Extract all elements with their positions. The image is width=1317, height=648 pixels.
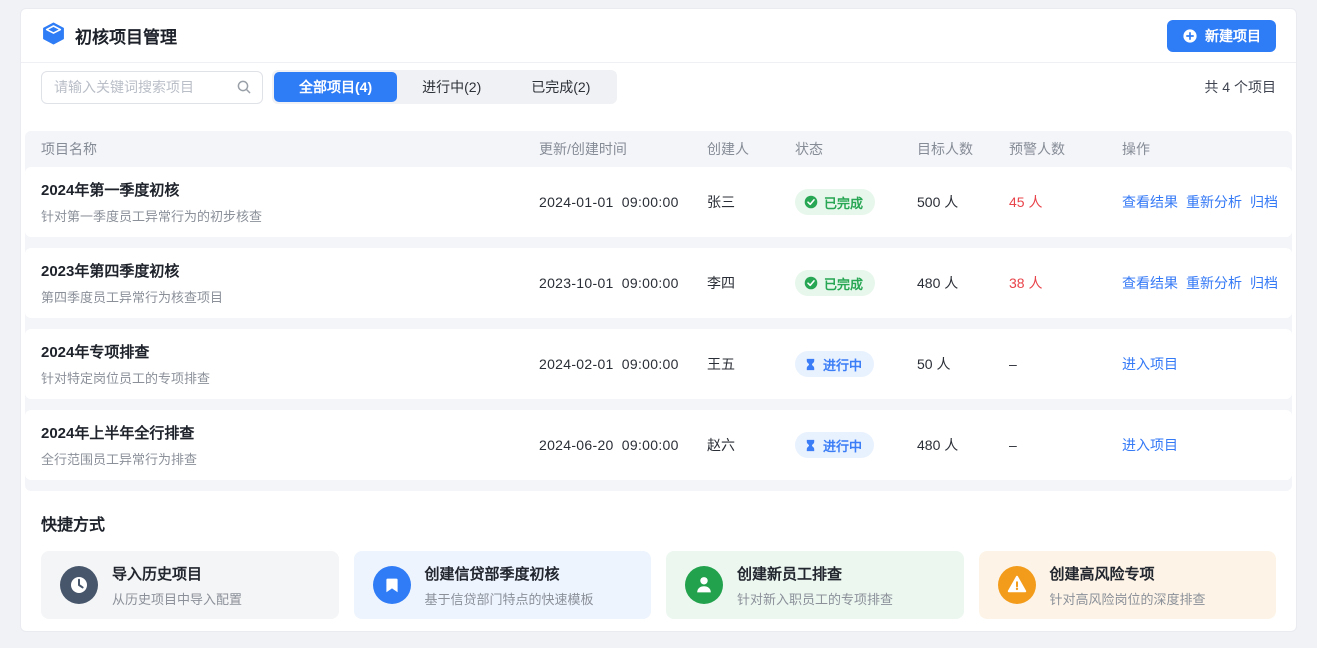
project-desc: 针对第一季度员工异常行为的初步核查 (41, 206, 539, 225)
reanalyze-link[interactable]: 重新分析 (1186, 192, 1242, 212)
status-badge: 已完成 (795, 270, 875, 296)
cube-logo-icon (41, 21, 66, 51)
col-header-creator: 创建人 (707, 139, 795, 159)
project-table: 项目名称 更新/创建时间 创建人 状态 目标人数 预警人数 操作 2024年第一… (25, 131, 1292, 491)
col-header-target: 目标人数 (917, 139, 1009, 159)
enter-project-link[interactable]: 进入项目 (1122, 435, 1178, 455)
reanalyze-link[interactable]: 重新分析 (1186, 273, 1242, 293)
project-total-count: 共 4 个项目 (1204, 77, 1276, 97)
warning-count: 38 人 (1009, 273, 1122, 293)
filter-tabs: 全部项目(4) 进行中(2) 已完成(2) (272, 70, 617, 104)
view-results-link[interactable]: 查看结果 (1122, 192, 1178, 212)
target-count: 50 人 (917, 354, 1009, 374)
shortcut-title: 创建高风险专项 (1050, 563, 1206, 584)
project-creator: 赵六 (707, 435, 795, 455)
search-input[interactable] (54, 79, 236, 95)
project-creator: 王五 (707, 354, 795, 374)
person-icon (685, 566, 723, 604)
view-results-link[interactable]: 查看结果 (1122, 273, 1178, 293)
project-time: 2023-10-01 09:00:00 (539, 275, 707, 291)
shortcut-title: 创建新员工排查 (737, 563, 893, 584)
toolbar: 全部项目(4) 进行中(2) 已完成(2) 共 4 个项目 (21, 63, 1296, 111)
warning-count: 45 人 (1009, 192, 1122, 212)
shortcuts-section: 快捷方式 导入历史项目 从历史项目中导入配置 创 (21, 491, 1296, 619)
plus-circle-icon (1182, 28, 1198, 44)
col-header-time: 更新/创建时间 (539, 139, 707, 159)
status-badge: 进行中 (795, 432, 874, 458)
project-name: 2024年专项排查 (41, 341, 539, 362)
shortcuts-title: 快捷方式 (41, 511, 1276, 535)
shortcut-new-employee-check[interactable]: 创建新员工排查 针对新入职员工的专项排查 (666, 551, 964, 619)
shortcut-title: 创建信贷部季度初核 (425, 563, 594, 584)
status-badge: 进行中 (795, 351, 874, 377)
shortcut-desc: 针对高风险岗位的深度排查 (1050, 589, 1206, 608)
project-desc: 全行范围员工异常行为排查 (41, 449, 539, 468)
col-header-name: 项目名称 (41, 139, 539, 159)
enter-project-link[interactable]: 进入项目 (1122, 354, 1178, 374)
warning-count: – (1009, 437, 1122, 453)
search-icon (236, 79, 252, 95)
col-header-actions: 操作 (1122, 139, 1276, 159)
search-box[interactable] (41, 71, 263, 104)
main-panel: 初核项目管理 新建项目 全部项目(4) 进行中(2) 已完成(2) 共 4 个项… (20, 8, 1297, 632)
shortcut-desc: 从历史项目中导入配置 (112, 589, 242, 608)
tab-all-projects[interactable]: 全部项目(4) (274, 72, 397, 102)
project-time: 2024-06-20 09:00:00 (539, 437, 707, 453)
col-header-status: 状态 (795, 139, 917, 159)
history-clock-icon (60, 566, 98, 604)
hourglass-icon (804, 358, 817, 371)
project-time: 2024-01-01 09:00:00 (539, 194, 707, 210)
target-count: 480 人 (917, 273, 1009, 293)
status-badge: 已完成 (795, 189, 875, 215)
page-title: 初核项目管理 (75, 23, 177, 48)
project-desc: 第四季度员工异常行为核查项目 (41, 287, 539, 306)
project-creator: 李四 (707, 273, 795, 293)
archive-link[interactable]: 归档 (1250, 192, 1278, 212)
check-circle-icon (804, 276, 818, 290)
project-name: 2024年上半年全行排查 (41, 422, 539, 443)
bookmark-icon (373, 566, 411, 604)
page-header: 初核项目管理 新建项目 (21, 9, 1296, 63)
project-creator: 张三 (707, 192, 795, 212)
table-row: 2024年第一季度初核 针对第一季度员工异常行为的初步核查 2024-01-01… (25, 167, 1292, 237)
tab-completed[interactable]: 已完成(2) (506, 72, 615, 102)
archive-link[interactable]: 归档 (1250, 273, 1278, 293)
project-name: 2023年第四季度初核 (41, 260, 539, 281)
shortcut-credit-dept-review[interactable]: 创建信贷部季度初核 基于信贷部门特点的快速模板 (354, 551, 652, 619)
shortcut-high-risk-special[interactable]: 创建高风险专项 针对高风险岗位的深度排查 (979, 551, 1277, 619)
hourglass-icon (804, 439, 817, 452)
project-name: 2024年第一季度初核 (41, 179, 539, 200)
shortcut-desc: 针对新入职员工的专项排查 (737, 589, 893, 608)
project-time: 2024-02-01 09:00:00 (539, 356, 707, 372)
shortcut-desc: 基于信贷部门特点的快速模板 (425, 589, 594, 608)
table-row: 2023年第四季度初核 第四季度员工异常行为核查项目 2023-10-01 09… (25, 248, 1292, 318)
warning-icon (998, 566, 1036, 604)
table-header-row: 项目名称 更新/创建时间 创建人 状态 目标人数 预警人数 操作 (25, 131, 1292, 167)
warning-count: – (1009, 356, 1122, 372)
col-header-warning: 预警人数 (1009, 139, 1122, 159)
target-count: 500 人 (917, 192, 1009, 212)
tab-in-progress[interactable]: 进行中(2) (397, 72, 506, 102)
new-project-button[interactable]: 新建项目 (1167, 20, 1276, 52)
table-row: 2024年专项排查 针对特定岗位员工的专项排查 2024-02-01 09:00… (25, 329, 1292, 399)
project-desc: 针对特定岗位员工的专项排查 (41, 368, 539, 387)
table-row: 2024年上半年全行排查 全行范围员工异常行为排查 2024-06-20 09:… (25, 410, 1292, 480)
check-circle-icon (804, 195, 818, 209)
shortcut-title: 导入历史项目 (112, 563, 242, 584)
new-project-label: 新建项目 (1205, 26, 1261, 46)
target-count: 480 人 (917, 435, 1009, 455)
shortcut-import-history[interactable]: 导入历史项目 从历史项目中导入配置 (41, 551, 339, 619)
